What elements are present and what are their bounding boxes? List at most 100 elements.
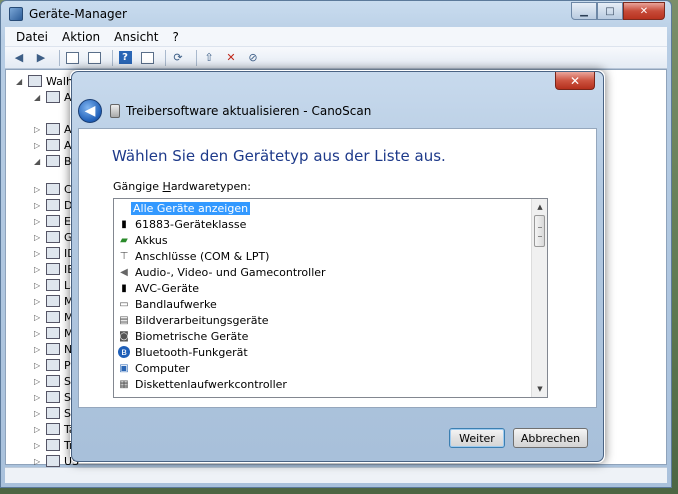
tree-item[interactable]: ▷ Pr: [34, 357, 75, 373]
list-item[interactable]: ⊤ Anschlüsse (COM & LPT): [118, 248, 271, 264]
connector-icon: ▮: [121, 282, 127, 294]
label-accelerator: H: [162, 180, 171, 193]
update-driver-dialog: ✕ ◀ Treibersoftware aktualisieren - Cano…: [71, 71, 604, 462]
toolbar-separator: [112, 49, 113, 66]
computer-icon: ▣: [119, 362, 129, 374]
device-icon: [46, 423, 60, 435]
device-icon: [46, 439, 60, 451]
device-icon: [46, 295, 60, 307]
help-icon[interactable]: ?: [117, 50, 133, 66]
tree-item[interactable]: ◢ Bi: [34, 153, 75, 169]
tree-item[interactable]: ▷ G: [34, 229, 73, 245]
dialog-close-button[interactable]: ✕: [555, 72, 595, 90]
list-item-label: Anschlüsse (COM & LPT): [135, 249, 270, 263]
status-bar: [5, 467, 667, 483]
list-item-label: Bluetooth-Funkgerät: [135, 345, 248, 359]
disable-device-icon[interactable]: ⊘: [245, 50, 261, 66]
details-icon[interactable]: [86, 50, 102, 66]
toolbar-separator: [165, 49, 166, 66]
page-heading: Wählen Sie den Gerätetyp aus der Liste a…: [112, 147, 446, 165]
list-item[interactable]: ▦ Diskettenlaufwerkcontroller: [118, 376, 289, 392]
dialog-header: ◀ Treibersoftware aktualisieren - CanoSc…: [78, 96, 597, 126]
forward-arrow-icon[interactable]: ▶: [33, 50, 49, 66]
close-button[interactable]: ✕: [623, 2, 665, 20]
tree-item[interactable]: ▷ M: [34, 309, 74, 325]
scroll-thumb[interactable]: [534, 215, 545, 247]
maximize-button[interactable]: □: [597, 2, 623, 20]
list-item[interactable]: ▰ Akkus: [118, 232, 170, 248]
list-item[interactable]: ▮ AVC-Geräte: [118, 280, 201, 296]
tree-item[interactable]: ▷ Tr: [34, 437, 74, 453]
tree-item[interactable]: ▷ Ei: [34, 213, 74, 229]
console-icon[interactable]: [139, 50, 155, 66]
device-icon: [46, 343, 60, 355]
device-icon: [46, 183, 60, 195]
menu-bar: Datei Aktion Ansicht ?: [5, 27, 667, 47]
device-icon: [46, 247, 60, 259]
back-arrow-icon[interactable]: ◀: [11, 50, 27, 66]
dialog-title: Treibersoftware aktualisieren - CanoScan: [126, 104, 372, 118]
back-button[interactable]: ◀: [78, 99, 102, 123]
menu-ansicht[interactable]: Ansicht: [107, 30, 165, 44]
tree-item[interactable]: ▷ M: [34, 293, 74, 309]
toolbar-separator: [196, 49, 197, 66]
toolbar: ◀ ▶ ? ⟳ ⇧ ✕ ⊘: [5, 47, 667, 69]
scroll-up-arrow-icon[interactable]: ▲: [532, 200, 547, 214]
bluetooth-icon: ʙ: [118, 346, 130, 358]
list-scrollbar[interactable]: ▲ ▼: [531, 199, 547, 397]
battery-icon: ▰: [120, 234, 128, 246]
scan-hardware-icon[interactable]: ⟳: [170, 50, 186, 66]
menu-datei[interactable]: Datei: [9, 30, 55, 44]
scroll-down-arrow-icon[interactable]: ▼: [532, 382, 547, 396]
list-item[interactable]: ▮ 61883-Geräteklasse: [118, 216, 248, 232]
list-item[interactable]: ▭ Bandlaufwerke: [118, 296, 219, 312]
list-item-label: Diskettenlaufwerkcontroller: [135, 377, 287, 391]
menu-help[interactable]: ?: [165, 30, 185, 44]
list-item-label: Computer: [135, 361, 190, 375]
device-icon: [46, 375, 60, 387]
scanner-icon: ▤: [119, 314, 129, 326]
label-suffix: ardwaretypen:: [170, 180, 251, 193]
cancel-button[interactable]: Abbrechen: [513, 428, 588, 448]
list-item[interactable]: ◀ Audio-, Video- und Gamecontroller: [118, 264, 328, 280]
hardware-type-list[interactable]: Alle Geräte anzeigen ▮ 61883-Geräteklass…: [113, 198, 548, 398]
device-icon: [46, 311, 60, 323]
list-item-all-devices[interactable]: Alle Geräte anzeigen: [131, 200, 251, 216]
toolbar-separator: [59, 49, 60, 66]
computer-icon: [28, 75, 42, 87]
list-item[interactable]: ◙ Biometrische Geräte: [118, 328, 250, 344]
biometric-icon: ◙: [119, 330, 129, 342]
minimize-button[interactable]: ▁: [571, 2, 597, 20]
titlebar: Geräte-Manager ▁ □ ✕: [1, 1, 671, 27]
device-icon: [46, 391, 60, 403]
list-item-label: 61883-Geräteklasse: [135, 217, 247, 231]
window-title: Geräte-Manager: [29, 7, 127, 21]
list-item[interactable]: ʙ Bluetooth-Funkgerät: [118, 344, 250, 360]
connector-icon: ▮: [121, 218, 127, 230]
tree-item[interactable]: ◢ A: [34, 89, 72, 105]
menu-aktion[interactable]: Aktion: [55, 30, 107, 44]
device-icon: [46, 263, 60, 275]
properties-view-icon[interactable]: [64, 50, 80, 66]
update-driver-icon[interactable]: ⇧: [201, 50, 217, 66]
port-icon: ⊤: [119, 250, 129, 262]
device-manager-icon: [9, 7, 23, 21]
list-item[interactable]: ▤ Bildverarbeitungsgeräte: [118, 312, 271, 328]
tree-item[interactable]: ▷ A: [34, 137, 72, 153]
list-item-label: Bandlaufwerke: [135, 297, 217, 311]
tree-item[interactable]: ▷ M: [34, 325, 74, 341]
list-item-label: Audio-, Video- und Gamecontroller: [135, 265, 326, 279]
hardware-types-label: Gängige Hardwaretypen:: [113, 180, 251, 193]
next-button[interactable]: Weiter: [449, 428, 505, 448]
list-item-label: Biometrische Geräte: [135, 329, 249, 343]
list-item-label: Bildverarbeitungsgeräte: [135, 313, 269, 327]
tape-drive-icon: ▭: [119, 298, 129, 310]
list-item-label: Akkus: [135, 233, 168, 247]
device-icon: [46, 155, 60, 167]
device-icon: [46, 279, 60, 291]
device-icon: [46, 407, 60, 419]
scanner-device-icon: [110, 104, 120, 118]
tree-item[interactable]: ▷ IE: [34, 261, 74, 277]
uninstall-icon[interactable]: ✕: [223, 50, 239, 66]
list-item[interactable]: ▣ Computer: [118, 360, 192, 376]
